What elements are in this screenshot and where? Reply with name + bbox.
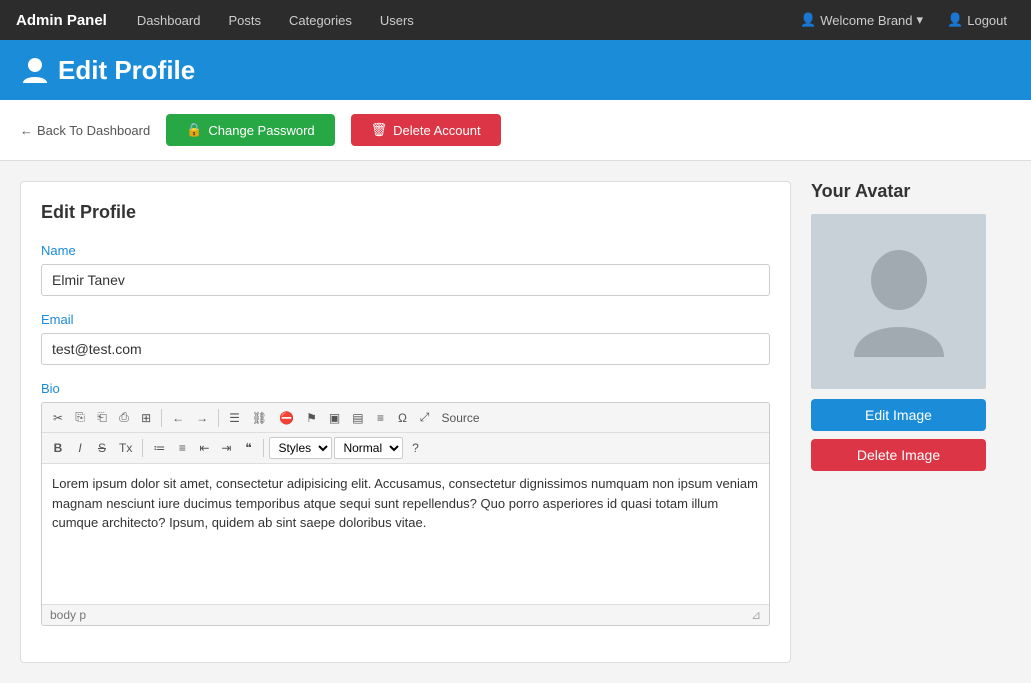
email-input[interactable] [41,333,770,365]
editor-path: body p [50,608,86,622]
name-form-group: Name [41,243,770,296]
navbar: Admin Panel Dashboard Posts Categories U… [0,0,1031,40]
toolbar-format[interactable]: ☰ [224,408,245,428]
toolbar-hr[interactable]: ≡ [371,408,391,428]
toolbar-sep2 [218,409,219,427]
toolbar-format-select[interactable]: Normal [334,437,403,459]
nav-logout[interactable]: 👤 Logout [939,8,1015,32]
name-input[interactable] [41,264,770,296]
toolbar-clear-format[interactable]: Tx [114,438,137,458]
toolbar-image[interactable]: ▣ [324,408,345,428]
editor-body[interactable]: Lorem ipsum dolor sit amet, consectetur … [42,464,769,604]
toolbar-table[interactable]: ▤ [347,408,368,428]
email-label: Email [41,312,770,327]
toolbar-bold[interactable]: B [48,438,68,458]
toolbar-source[interactable]: Source [437,408,485,428]
toolbar-redo[interactable]: → [191,408,213,428]
bio-editor: ✂ ⎘ ⎗ ⎙ ⊞ ← → ☰ ⛓ ⛔ ⚑ ▣ ▤ ≡ Ω [41,402,770,626]
nav-link-users[interactable]: Users [370,9,424,32]
avatar-image-wrapper [811,214,986,389]
toolbar-paste[interactable]: ⎗ [92,407,112,428]
edit-profile-card: Edit Profile Name Email Bio ✂ ⎘ ⎗ ⎙ ⊞ [20,181,791,663]
editor-toolbar-row1: ✂ ⎘ ⎗ ⎙ ⊞ ← → ☰ ⛓ ⛔ ⚑ ▣ ▤ ≡ Ω [42,403,769,433]
toolbar-maximize[interactable]: ⤢ [415,407,435,428]
trash-icon: 🗑 [371,122,388,138]
bio-label: Bio [41,381,770,396]
arrow-left-icon: ← [20,123,33,138]
change-password-button[interactable]: 🔒 Change Password [166,114,334,146]
chevron-down-icon: ▾ [917,12,924,28]
main-content: Edit Profile Name Email Bio ✂ ⎘ ⎗ ⎙ ⊞ [0,161,1031,683]
navbar-right: 👤 Welcome Brand ▾ 👤 Logout [792,8,1015,32]
toolbar-sep3 [142,439,143,457]
toolbar-ul[interactable]: ≡ [172,438,192,458]
nav-link-dashboard[interactable]: Dashboard [127,9,211,32]
nav-link-categories[interactable]: Categories [279,9,362,32]
nav-link-posts[interactable]: Posts [218,9,271,32]
editor-toolbar-row2: B I S Tx ≔ ≡ ⇤ ⇥ ❝ Styles Normal [42,433,769,464]
toolbar-anchor[interactable]: ⚑ [301,408,322,428]
toolbar-styles-select[interactable]: Styles [269,437,332,459]
toolbar-italic[interactable]: I [70,438,90,458]
action-bar: ← Back To Dashboard 🔒 Change Password 🗑 … [0,100,1031,161]
toolbar-indent[interactable]: ⇥ [216,438,236,458]
delete-image-button[interactable]: Delete Image [811,439,986,471]
avatar-title: Your Avatar [811,181,1011,202]
edit-image-button[interactable]: Edit Image [811,399,986,431]
toolbar-blockquote[interactable]: ❝ [238,438,258,458]
page-header-title: Edit Profile [20,55,195,86]
nav-user[interactable]: 👤 Welcome Brand ▾ [792,8,931,32]
toolbar-cut[interactable]: ✂ [48,408,68,428]
toolbar-undo[interactable]: ← [167,408,189,428]
toolbar-sep4 [263,439,264,457]
toolbar-help[interactable]: ? [405,438,425,458]
email-form-group: Email [41,312,770,365]
toolbar-link[interactable]: ⛓ [247,408,272,428]
page-header: Edit Profile [0,40,1031,100]
name-label: Name [41,243,770,258]
logout-icon: 👤 [947,12,963,28]
toolbar-strikethrough[interactable]: S [92,438,112,458]
bio-form-group: Bio ✂ ⎘ ⎗ ⎙ ⊞ ← → ☰ ⛓ ⛔ ⚑ ▣ [41,381,770,626]
avatar-card: Your Avatar Edit Image Delete Image [811,181,1011,471]
editor-footer: body p ⊿ [42,604,769,625]
nav-logout-label: Logout [967,13,1007,28]
back-to-dashboard-link[interactable]: ← Back To Dashboard [20,123,150,138]
toolbar-unlink[interactable]: ⛔ [274,408,299,428]
edit-profile-icon [20,55,50,85]
editor-resize-handle[interactable]: ⊿ [751,608,761,622]
avatar-placeholder-icon [849,242,949,362]
toolbar-sep1 [161,409,162,427]
toolbar-paste-word[interactable]: ⊞ [136,408,156,428]
toolbar-outdent[interactable]: ⇤ [194,438,214,458]
toolbar-copy[interactable]: ⎘ [70,407,90,428]
delete-account-button[interactable]: 🗑 Delete Account [351,114,501,146]
toolbar-special-char[interactable]: Ω [393,408,413,428]
user-icon: 👤 [800,12,816,28]
toolbar-paste-text[interactable]: ⎙ [114,407,134,428]
nav-user-label: Welcome Brand [820,13,912,28]
back-link-label: Back To Dashboard [37,123,150,138]
edit-profile-card-title: Edit Profile [41,202,770,223]
navbar-brand: Admin Panel [16,12,107,29]
lock-icon: 🔒 [186,122,202,138]
toolbar-ol[interactable]: ≔ [148,438,170,458]
nav-links: Dashboard Posts Categories Users [127,9,792,32]
bio-text: Lorem ipsum dolor sit amet, consectetur … [52,474,759,533]
